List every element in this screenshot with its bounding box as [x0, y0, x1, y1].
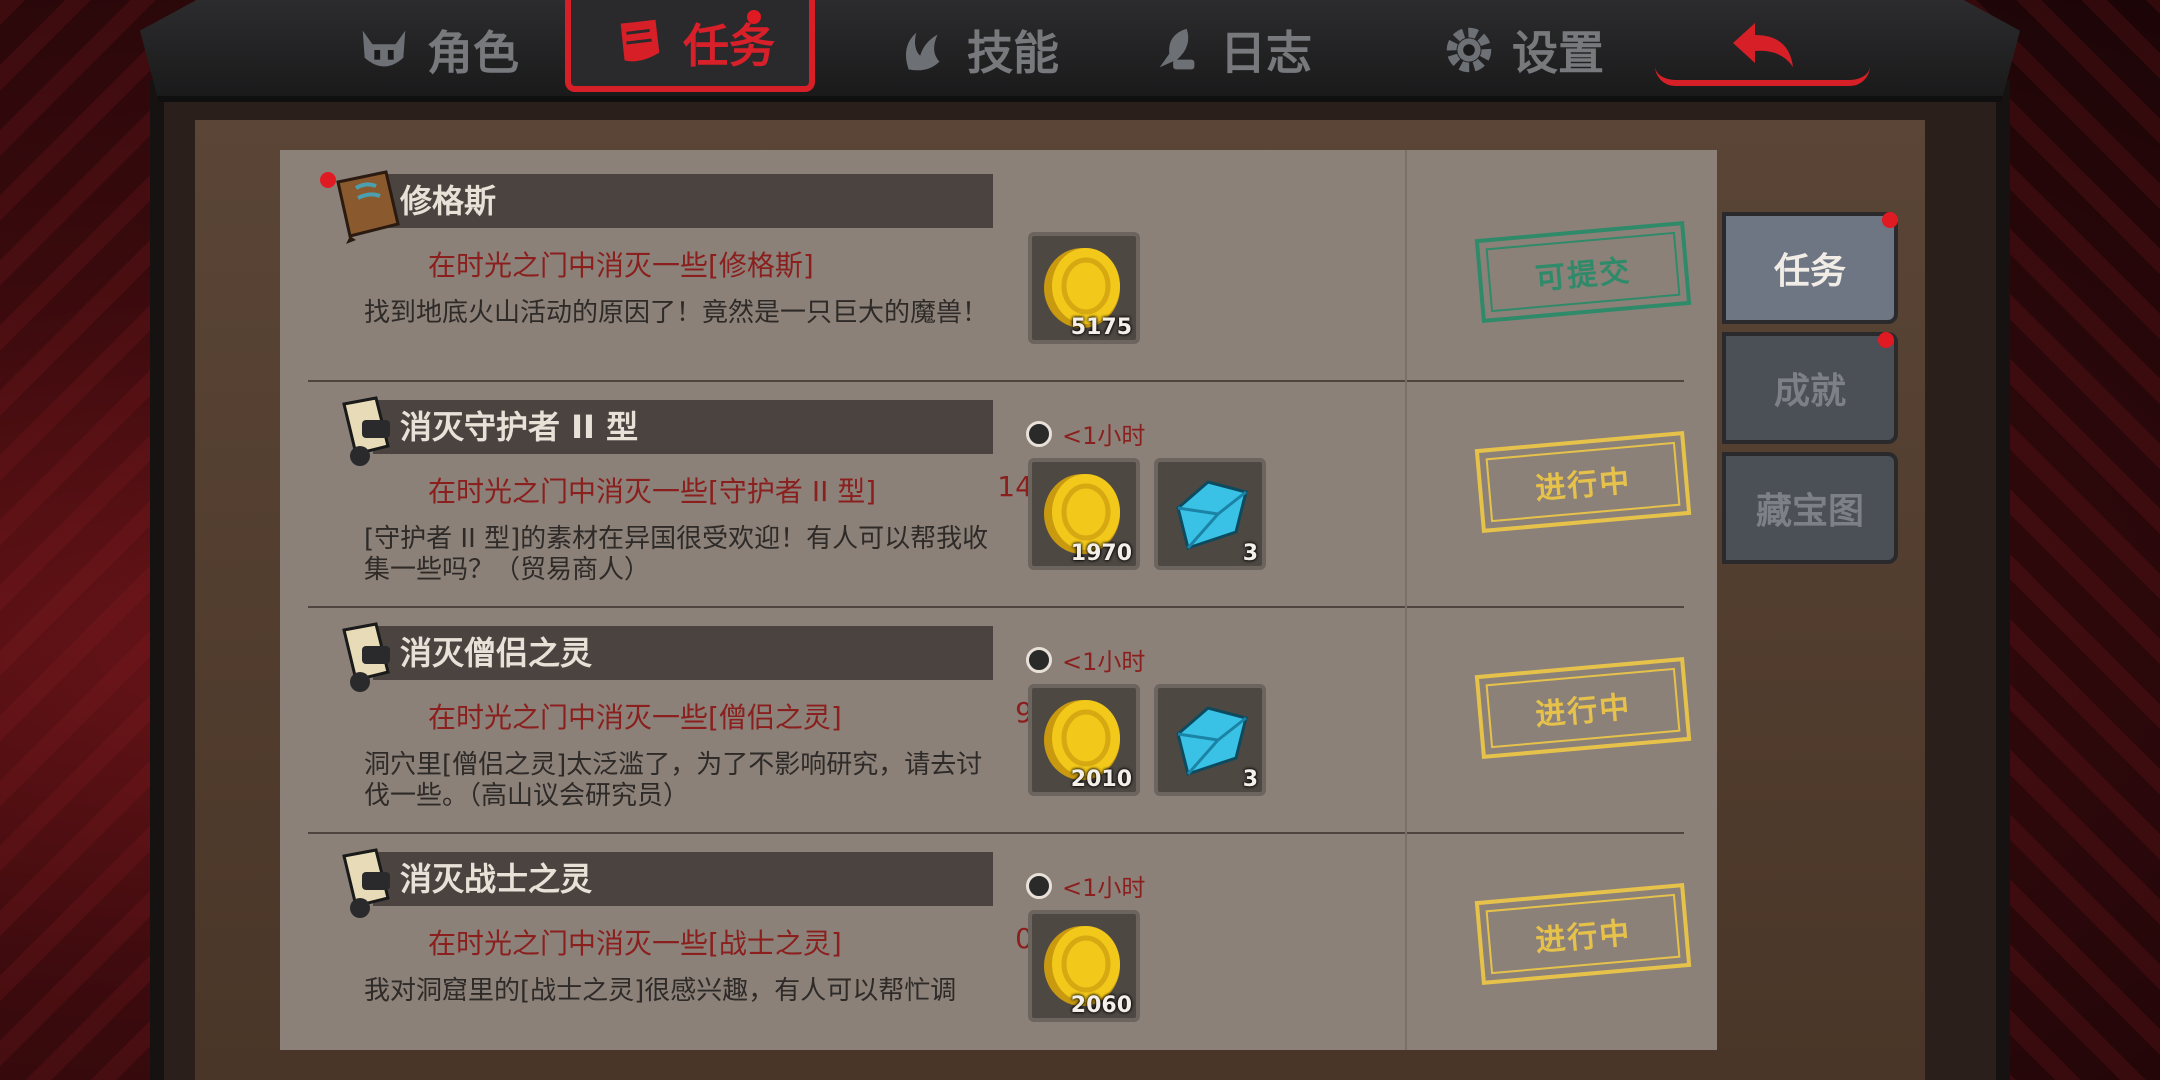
notification-dot: [320, 172, 336, 188]
quest-title: 消灭僧侣之灵: [400, 634, 593, 672]
tab-label: 技能: [967, 26, 1059, 80]
quest-target: 在时光之门中消灭一些[僧侣之灵]: [428, 701, 842, 734]
reward-slot[interactable]: 2060: [1028, 910, 1140, 1022]
side-tab-achievements[interactable]: 成就: [1722, 332, 1898, 444]
quest-item[interactable]: 消灭战士之灵 在时光之门中消灭一些[战士之灵] 0/30 我对洞窟里的[战士之灵…: [308, 828, 1692, 1050]
reward-slot[interactable]: 5175: [1028, 232, 1140, 344]
tab-label: 角色: [427, 26, 519, 80]
back-arrow-icon: [1732, 23, 1793, 67]
quest-timer: <1小时: [1026, 868, 1145, 903]
status-stamp-in-progress[interactable]: 进行中: [1474, 431, 1692, 533]
quest-title: 消灭守护者 II 型: [400, 408, 639, 446]
side-tab-quests[interactable]: 任务: [1722, 212, 1898, 324]
reward-slot[interactable]: 2010: [1028, 684, 1140, 796]
reward-slot[interactable]: 3: [1154, 458, 1266, 570]
quest-target: 在时光之门中消灭一些[战士之灵]: [428, 927, 842, 960]
reward-count: 2010: [1070, 767, 1132, 792]
tab-journal[interactable]: 日志: [1148, 10, 1312, 90]
status-stamp-in-progress[interactable]: 进行中: [1474, 657, 1692, 759]
side-tab-treasure-map[interactable]: 藏宝图: [1722, 452, 1898, 564]
quest-item[interactable]: 消灭守护者 II 型 在时光之门中消灭一些[守护者 II 型] 14/15 [守…: [308, 376, 1692, 601]
reward-count: 2060: [1070, 993, 1132, 1018]
notification-dot: [1878, 332, 1894, 348]
status-label: 进行中: [1533, 915, 1633, 960]
feather-quill-icon: [1159, 28, 1195, 70]
reward-slot[interactable]: 3: [1154, 684, 1266, 796]
quest-description: 洞穴里[僧侣之灵]太泛滥了，为了不影响研究，请去讨伐一些。（高山议会研究员）: [364, 750, 983, 811]
quest-description: 找到地底火山活动的原因了！竟然是一只巨大的魔兽！: [364, 298, 989, 328]
tab-label: 日志: [1220, 26, 1312, 80]
scroll-icon: [342, 622, 390, 692]
status-label: 进行中: [1533, 689, 1633, 734]
status-label: 可提交: [1533, 253, 1633, 298]
scroll-icon: [342, 396, 390, 466]
status-label: 进行中: [1533, 463, 1633, 508]
tab-character[interactable]: 角色: [355, 10, 519, 90]
quest-item[interactable]: 修格斯 在时光之门中消灭一些[修格斯] 找到地底火山活动的原因了！竟然是一只巨大…: [308, 150, 1692, 375]
quest-target: 在时光之门中消灭一些[守护者 II 型]: [428, 475, 877, 508]
reward-count: 1970: [1070, 541, 1132, 566]
quest-title: 修格斯: [400, 182, 497, 220]
tab-label: 任务: [683, 19, 775, 73]
reward-slot[interactable]: 1970: [1028, 458, 1140, 570]
side-tab-label: 藏宝图: [1755, 491, 1864, 532]
reward-count: 3: [1242, 767, 1258, 792]
reward-count: 5175: [1070, 315, 1132, 340]
clock-icon: [1026, 646, 1052, 673]
status-stamp-submit[interactable]: 可提交: [1474, 221, 1692, 323]
back-button[interactable]: [1655, 10, 1870, 86]
quest-title: 消灭战士之灵: [400, 860, 593, 898]
timer-text: <1小时: [1062, 648, 1146, 676]
tab-settings[interactable]: 设置: [1440, 10, 1604, 90]
scroll-icon: [342, 848, 390, 918]
notification-dot: [747, 10, 761, 24]
notification-dot: [1882, 212, 1898, 228]
quest-target: 在时光之门中消灭一些[修格斯]: [428, 249, 814, 282]
side-tab-label: 成就: [1773, 371, 1846, 412]
book-icon: [336, 170, 400, 244]
horned-helmet-icon: [362, 30, 406, 67]
quest-list-panel[interactable]: 修格斯 在时光之门中消灭一些[修格斯] 找到地底火山活动的原因了！竟然是一只巨大…: [280, 150, 1717, 1050]
quest-description: 我对洞窟里的[战士之灵]很感兴趣，有人可以帮忙调: [364, 976, 957, 1006]
tab-skills[interactable]: 技能: [895, 10, 1059, 90]
quest-timer: <1小时: [1026, 642, 1145, 677]
reward-count: 3: [1242, 541, 1258, 566]
timer-text: <1小时: [1062, 874, 1146, 902]
quest-description: [守护者 II 型]的素材在异国很受欢迎！有人可以帮我收集一些吗？（贸易商人）: [364, 524, 989, 585]
gear-icon: [1446, 27, 1492, 73]
tab-quests[interactable]: 任务: [565, 0, 815, 92]
claw-skill-icon: [905, 32, 940, 71]
timer-text: <1小时: [1062, 422, 1146, 450]
status-stamp-in-progress[interactable]: 进行中: [1474, 883, 1692, 985]
quest-item[interactable]: 消灭僧侣之灵 在时光之门中消灭一些[僧侣之灵] 9/15 洞穴里[僧侣之灵]太泛…: [308, 602, 1692, 827]
quest-scroll-icon: [620, 19, 660, 62]
clock-icon: [1026, 420, 1052, 447]
tab-label: 设置: [1512, 26, 1604, 80]
quest-timer: <1小时: [1026, 416, 1145, 451]
clock-icon: [1026, 872, 1052, 899]
side-tab-label: 任务: [1773, 251, 1846, 292]
